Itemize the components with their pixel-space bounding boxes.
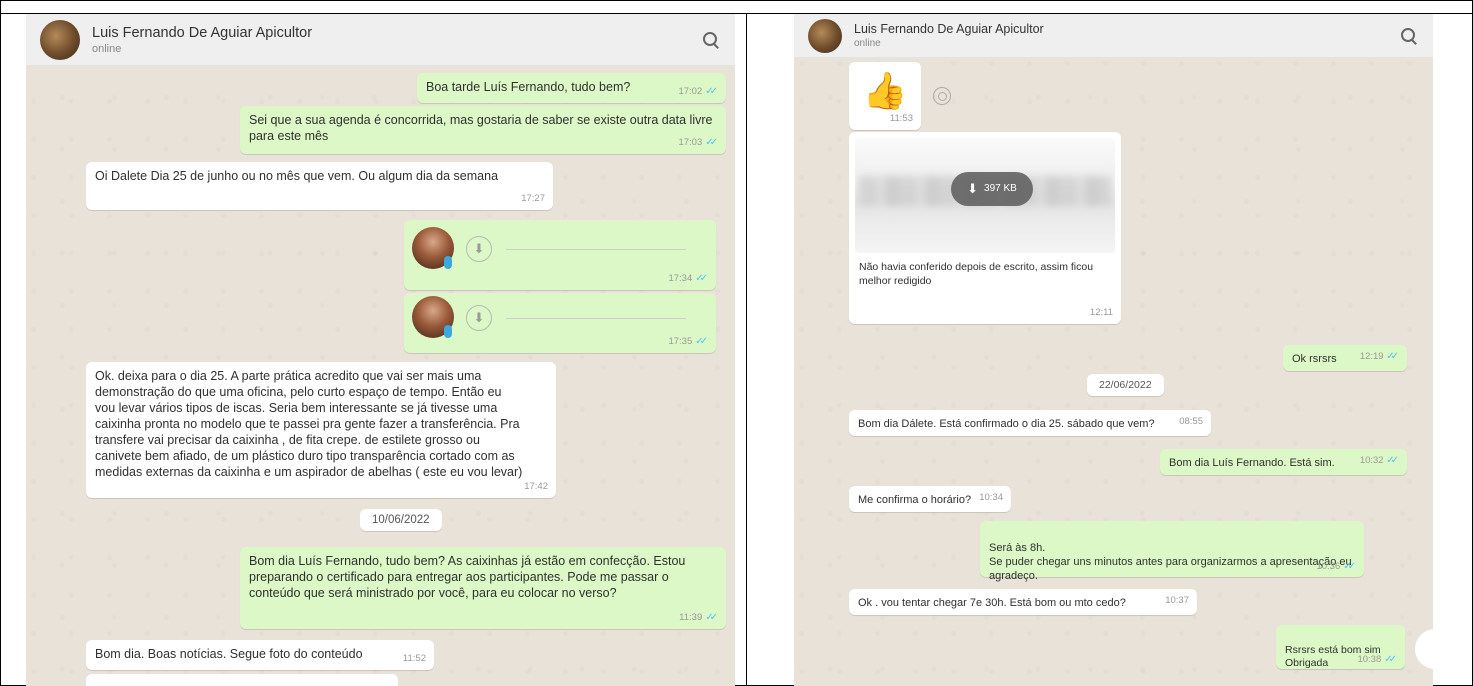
contact-info[interactable]: Luis Fernando De Aguiar Apicultor online [854, 22, 1399, 49]
message-text: Oi Dalete Dia 25 de junho ou no mês que … [95, 169, 499, 183]
voice-message[interactable]: ⬇ 17:35 ✓✓ [404, 293, 716, 353]
contact-info[interactable]: Luis Fernando De Aguiar Apicultor online [92, 25, 701, 55]
microphone-icon [444, 325, 452, 338]
message-text: Bom dia. Boas notícias. Segue foto do co… [95, 647, 363, 661]
message-time: 17:35 [668, 336, 693, 347]
thumbs-up-emoji: 👍 [862, 70, 908, 111]
read-receipt-icon: ✓✓ [1386, 455, 1399, 466]
date-separator: 22/06/2022 [1087, 374, 1164, 396]
message-text: Ok . vou tentar chegar 7e 30h. Está bom … [858, 597, 1126, 609]
contact-status: online [92, 42, 122, 55]
message-time: 17:27 [521, 193, 545, 204]
contact-status: online [854, 38, 881, 49]
read-receipt-icon: ✓✓ [705, 137, 718, 148]
download-icon[interactable]: ⬇ [466, 305, 492, 331]
message-time: 17:34 [668, 273, 693, 284]
read-receipt-icon: ✓✓ [705, 86, 718, 97]
chat-header: Luis Fernando De Aguiar Apicultor online [26, 14, 735, 66]
message-text: Não havia conferido depois de escrito, a… [859, 261, 1094, 287]
message-time: 12:11 [1089, 307, 1113, 318]
divider-vertical [746, 13, 747, 686]
audio-progress-track[interactable] [506, 318, 686, 319]
message-outgoing: Sei que a sua agenda é concorrida, mas g… [240, 106, 726, 154]
message-time: 11:53 [889, 113, 913, 124]
message-time: 10:32 [1359, 455, 1384, 466]
chat-panel-left: Luis Fernando De Aguiar Apicultor online… [26, 14, 735, 686]
read-receipt-icon: ✓✓ [1384, 654, 1397, 665]
message-time: 17:03 [678, 137, 703, 148]
read-receipt-icon: ✓✓ [705, 612, 718, 623]
message-text: Ok. deixa para o dia 25. A parte prática… [95, 369, 523, 479]
search-icon[interactable] [701, 30, 721, 50]
contact-avatar[interactable] [808, 18, 842, 53]
message-outgoing: Rsrsrs está bom sim Obrigada 10:38 ✓✓ [1276, 625, 1405, 669]
message-text: Bom dia Dálete. Está confirmado o dia 25… [858, 418, 1155, 430]
message-outgoing: Bom dia Luís Fernando, tudo bem? As caix… [240, 547, 726, 629]
message-text: Ok rsrsrs [1292, 353, 1337, 365]
message-outgoing: Boa tarde Luís Fernando, tudo bem? 17:02… [417, 73, 726, 103]
emoji-message: 👍 11:53 [849, 62, 921, 130]
audio-progress-track[interactable] [506, 249, 686, 250]
message-outgoing: Ok rsrsrs 12:19 ✓✓ [1283, 345, 1407, 371]
message-incoming-partial [86, 674, 398, 686]
message-time: 11:52 [402, 653, 426, 664]
message-incoming: Ok . vou tentar chegar 7e 30h. Está bom … [849, 589, 1197, 615]
contact-name: Luis Fernando De Aguiar Apicultor [92, 24, 313, 41]
message-incoming: Ok. deixa para o dia 25. A parte prática… [86, 362, 556, 498]
message-time: 11:39 [679, 612, 703, 623]
document-preview[interactable]: ⬇ 397 KB [855, 138, 1115, 253]
download-icon[interactable]: ⬇ [466, 236, 492, 262]
message-text: Será às 8h. Se puder chegar uns minutos … [989, 542, 1352, 582]
message-time: 10:37 [1165, 595, 1189, 606]
message-time: 17:42 [524, 481, 548, 492]
message-incoming: Bom dia. Boas notícias. Segue foto do co… [86, 640, 434, 670]
reaction-icon[interactable] [933, 87, 951, 105]
message-text: Bom dia Luís Fernando, tudo bem? As caix… [249, 554, 686, 600]
message-incoming: Bom dia Dálete. Está confirmado o dia 25… [849, 410, 1211, 436]
download-button[interactable]: ⬇ 397 KB [951, 172, 1033, 206]
file-size: 397 KB [984, 183, 1017, 194]
message-time: 10:34 [979, 492, 1003, 503]
message-time: 10:36 [1316, 561, 1341, 572]
read-receipt-icon: ✓✓ [695, 336, 708, 347]
document-message[interactable]: ⬇ 397 KB Não havia conferido depois de es… [849, 132, 1121, 324]
message-time: 10:38 [1357, 654, 1382, 665]
search-icon[interactable] [1399, 26, 1419, 46]
message-outgoing: Bom dia Luís Fernando. Está sim. 10:32 ✓… [1160, 449, 1407, 475]
voice-message[interactable]: ⬇ 17:34 ✓✓ [404, 220, 716, 290]
message-incoming: Me confirma o horário? 10:34 [849, 486, 1011, 512]
message-text: Sei que a sua agenda é concorrida, mas g… [249, 113, 713, 143]
message-outgoing: Será às 8h. Se puder chegar uns minutos … [980, 521, 1364, 582]
message-text: Bom dia Luís Fernando. Está sim. [1169, 457, 1335, 469]
read-receipt-icon: ✓✓ [1386, 351, 1399, 362]
chat-panel-right: Luis Fernando De Aguiar Apicultor online… [794, 14, 1433, 686]
download-icon: ⬇ [967, 181, 979, 196]
message-time: 08:55 [1179, 416, 1203, 427]
microphone-icon [444, 256, 452, 269]
message-time: 17:02 [678, 86, 703, 97]
message-incoming: Oi Dalete Dia 25 de junho ou no mês que … [86, 162, 553, 210]
contact-avatar[interactable] [40, 19, 80, 60]
scroll-down-button[interactable] [1415, 629, 1433, 669]
date-separator: 10/06/2022 [360, 509, 442, 531]
message-text: Boa tarde Luís Fernando, tudo bem? [426, 80, 631, 94]
contact-name: Luis Fernando De Aguiar Apicultor [854, 22, 1044, 36]
read-receipt-icon: ✓✓ [1343, 561, 1356, 572]
read-receipt-icon: ✓✓ [695, 273, 708, 284]
message-time: 12:19 [1359, 351, 1384, 362]
message-text: Me confirma o horário? [858, 494, 972, 506]
chat-header: Luis Fernando De Aguiar Apicultor online [794, 14, 1433, 58]
